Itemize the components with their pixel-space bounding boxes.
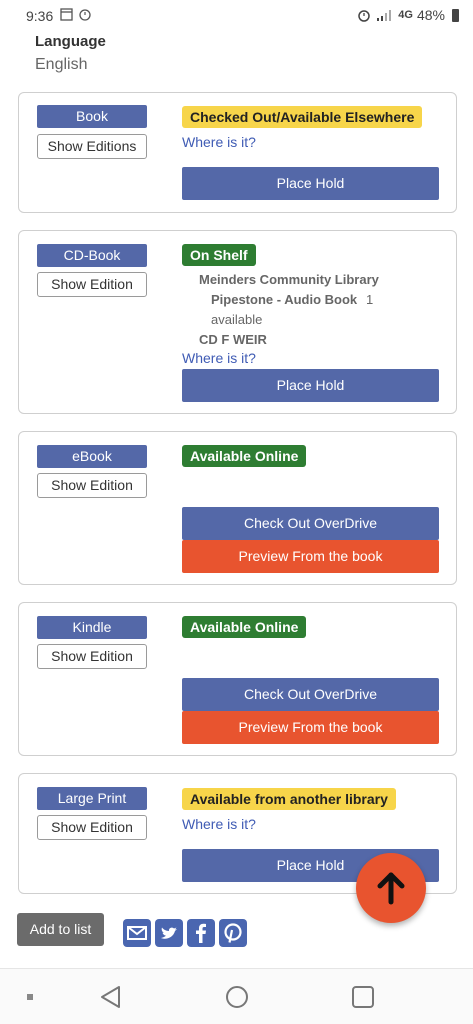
calendar-icon [60,8,91,21]
facebook-icon[interactable] [187,919,215,947]
show-editions-button[interactable]: Show Editions [37,134,147,159]
status-badge: Checked Out/Available Elsewhere [182,106,423,128]
show-edition-button[interactable]: Show Edition [37,473,147,498]
show-edition-button[interactable]: Show Edition [37,272,147,297]
status-time: 9:36 [26,8,54,24]
format-card-kindle: Kindle Show Edition Available Online Che… [18,602,457,756]
battery-percent: 48% [416,7,445,23]
status-right: 4G 48% [356,7,459,23]
twitter-icon[interactable] [155,919,183,947]
notification-icons [60,7,94,24]
recent-dot-icon [27,994,33,1000]
status-badge: Available from another library [182,788,396,810]
where-is-it-link[interactable]: Where is it? [182,816,256,832]
system-nav-bar [0,968,473,1024]
format-button-kindle[interactable]: Kindle [37,616,147,639]
language-label: Language [35,33,106,50]
where-is-it-link[interactable]: Where is it? [182,134,256,150]
status-badge: On Shelf [182,244,256,266]
format-card-cd-book: CD-Book Show Edition On Shelf Meinders C… [18,230,457,414]
check-out-overdrive-button[interactable]: Check Out OverDrive [182,507,439,540]
format-button-book[interactable]: Book [37,105,147,128]
place-hold-button[interactable]: Place Hold [182,369,439,402]
language-value: English [35,56,88,73]
format-card-book: Book Show Editions Checked Out/Available… [18,92,457,213]
place-hold-button[interactable]: Place Hold [182,167,439,200]
home-icon [226,986,248,1008]
system-nav-icons [27,986,374,1008]
scroll-to-top-button[interactable] [356,853,426,923]
show-edition-button[interactable]: Show Edition [37,644,147,669]
pinterest-icon[interactable] [219,919,247,947]
status-badge: Available Online [182,445,307,467]
add-to-list-button[interactable]: Add to list [17,913,104,946]
arrow-up-icon [377,872,405,905]
format-card-ebook: eBook Show Edition Available Online Chec… [18,431,457,585]
network-type: 4G [398,9,413,21]
show-edition-button[interactable]: Show Edition [37,815,147,840]
location-collection: Pipestone - Audio Book [211,292,358,307]
alarm-icon [358,10,371,22]
overview-icon [352,986,374,1008]
format-button-cd-book[interactable]: CD-Book [37,244,147,267]
check-out-overdrive-button[interactable]: Check Out OverDrive [182,678,439,711]
battery-icon [452,8,459,22]
status-badge: Available Online [182,616,307,638]
where-is-it-link[interactable]: Where is it? [182,350,256,366]
email-icon[interactable] [123,919,151,947]
call-number: CD F WEIR [199,332,267,347]
preview-button[interactable]: Preview From the book [182,540,439,573]
status-bar: 9:36 4G 48% [0,0,473,30]
back-icon [101,986,120,1008]
preview-button[interactable]: Preview From the book [182,711,439,744]
location-count: 1 [366,292,374,307]
location-library: Meinders Community Library [199,272,379,287]
format-button-ebook[interactable]: eBook [37,445,147,468]
format-button-large-print[interactable]: Large Print [37,787,147,810]
location-available: available [211,312,263,327]
signal-icon [377,9,392,21]
